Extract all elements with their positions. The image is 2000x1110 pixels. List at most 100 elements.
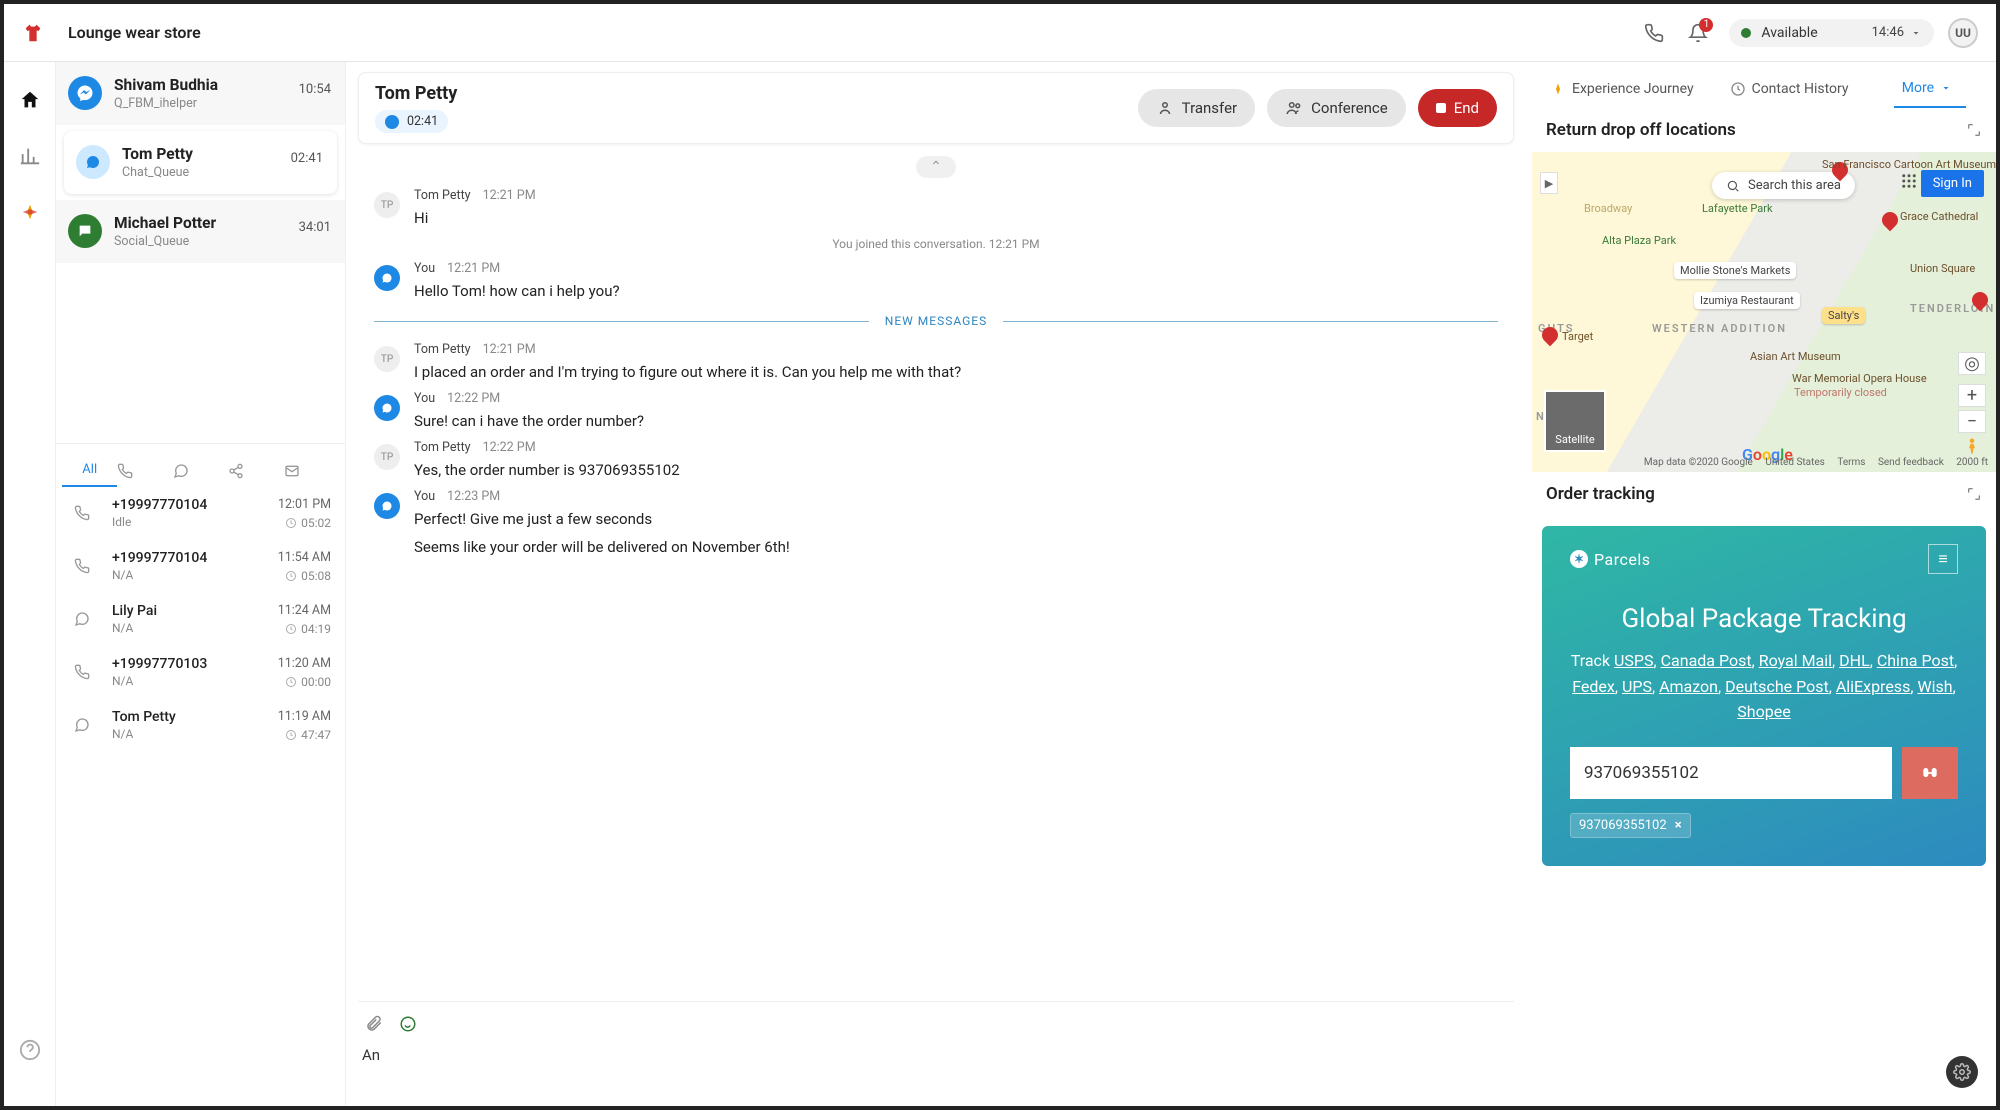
tracking-carrier-list: Track USPS, Canada Post, Royal Mail, DHL… <box>1570 648 1958 725</box>
carrier-link[interactable]: UPS <box>1622 677 1652 696</box>
parcels-logo-icon: ✶ <box>1570 550 1588 568</box>
notifications-icon[interactable]: 1 <box>1679 14 1717 52</box>
rail-home[interactable] <box>14 84 46 116</box>
history-state: N/A <box>112 621 278 635</box>
hist-tab-chat[interactable] <box>173 455 228 487</box>
history-item[interactable]: Tom PettyN/A 11:19 AM47:47 <box>56 699 345 752</box>
history-duration: 05:02 <box>278 516 331 530</box>
people-icon <box>1285 99 1303 117</box>
conversation-item[interactable]: Shivam Budhia Q_FBM_ihelper 10:54 <box>56 62 345 125</box>
map-widget[interactable]: ▶ Search this area Sign In GHTS WESTERN … <box>1532 152 1996 472</box>
message-text: Hi <box>414 209 536 227</box>
map-signin-button[interactable]: Sign In <box>1921 170 1984 197</box>
message-sender: Tom Petty <box>414 342 471 357</box>
carrier-link[interactable]: Shopee <box>1737 702 1790 721</box>
message-text: Sure! can i have the order number? <box>414 412 644 430</box>
clock-time: 14:46 <box>1872 25 1904 40</box>
conference-button[interactable]: Conference <box>1267 89 1406 127</box>
rail-app-icon[interactable] <box>14 196 46 228</box>
settings-gear-icon[interactable] <box>1946 1056 1978 1088</box>
conversation-item[interactable]: Tom Petty Chat_Queue 02:41 <box>64 131 337 194</box>
history-contact: +19997770104 <box>112 550 278 566</box>
hist-tab-phone[interactable] <box>117 455 172 487</box>
map-search-button[interactable]: Search this area <box>1712 172 1855 199</box>
new-messages-divider: NEW MESSAGES <box>374 314 1498 328</box>
tracking-number-chip[interactable]: 937069355102× <box>1570 813 1691 838</box>
chip-remove-icon[interactable]: × <box>1675 818 1682 833</box>
user-avatar[interactable]: UU <box>1948 18 1978 48</box>
history-time: 11:54 AM <box>278 550 331 565</box>
carrier-link[interactable]: AliExpress <box>1836 677 1911 696</box>
map-pegman-icon[interactable] <box>1958 432 1986 460</box>
rail-analytics[interactable] <box>14 140 46 172</box>
history-item[interactable]: Lily PaiN/A 11:24 AM04:19 <box>56 593 345 646</box>
conversation-item[interactable]: Michael Potter Social_Queue 34:01 <box>56 200 345 263</box>
hist-tab-all[interactable]: All <box>62 454 117 487</box>
message-row: TPTom Petty12:21 PMI placed an order and… <box>374 342 1498 381</box>
conv-queue: Q_FBM_ihelper <box>114 96 333 111</box>
carrier-link[interactable]: Royal Mail <box>1759 651 1832 670</box>
rail-help[interactable] <box>14 1034 46 1066</box>
scroll-up-pill[interactable]: ⌃ <box>916 156 956 178</box>
map-zoom-out[interactable]: − <box>1958 410 1986 433</box>
history-item[interactable]: +19997770104N/A 11:54 AM05:08 <box>56 540 345 593</box>
map-satellite-toggle[interactable]: Satellite <box>1544 390 1606 452</box>
hist-tab-social[interactable] <box>228 455 283 487</box>
hist-tab-email[interactable] <box>284 455 339 487</box>
section-title-tracking: Order tracking <box>1546 484 1655 504</box>
carrier-link[interactable]: China Post <box>1877 651 1954 670</box>
expand-icon[interactable] <box>1966 122 1982 138</box>
map-label: WESTERN ADDITION <box>1652 322 1787 335</box>
map-place: Alta Plaza Park <box>1602 234 1676 247</box>
history-state: N/A <box>112 674 278 688</box>
message-row: You12:22 PMSure! can i have the order nu… <box>374 391 1498 430</box>
map-label: Lafayette Park <box>1702 202 1773 215</box>
history-time: 12:01 PM <box>278 497 331 512</box>
chat-customer-name: Tom Petty <box>375 83 457 104</box>
availability-dropdown[interactable]: Available 14:46 <box>1729 19 1934 47</box>
map-locate-icon[interactable]: ◎ <box>1958 352 1986 375</box>
tab-more[interactable]: More <box>1894 70 1966 108</box>
carrier-link[interactable]: USPS <box>1614 651 1653 670</box>
map-panel-toggle[interactable]: ▶ <box>1540 172 1558 194</box>
message-text: Perfect! Give me just a few seconds <box>414 510 790 528</box>
history-time: 11:20 AM <box>278 656 331 671</box>
end-button[interactable]: End <box>1418 89 1497 127</box>
map-place: Asian Art Museum <box>1750 350 1841 363</box>
expand-icon[interactable] <box>1966 486 1982 502</box>
tracking-number-input[interactable]: 937069355102 <box>1570 747 1892 799</box>
dial-phone-icon[interactable] <box>1635 14 1673 52</box>
history-time: 11:24 AM <box>278 603 331 618</box>
status-label: Available <box>1761 25 1817 41</box>
track-search-button[interactable] <box>1902 747 1958 799</box>
history-item[interactable]: +19997770104Idle 12:01 PM05:02 <box>56 487 345 540</box>
map-zoom-in[interactable]: + <box>1958 384 1986 407</box>
message-time: 12:21 PM <box>483 188 536 203</box>
transfer-button[interactable]: Transfer <box>1138 89 1255 127</box>
carrier-link[interactable]: Fedex <box>1572 677 1615 696</box>
carrier-link[interactable]: Wish <box>1917 677 1952 696</box>
carrier-link[interactable]: DHL <box>1839 651 1870 670</box>
history-duration: 47:47 <box>278 728 331 742</box>
message-row: You12:23 PMPerfect! Give me just a few s… <box>374 489 1498 556</box>
map-place: Salty's <box>1822 307 1865 324</box>
message-text: Seems like your order will be delivered … <box>414 538 790 556</box>
carrier-link[interactable]: Amazon <box>1659 677 1718 696</box>
map-label: Union Square <box>1910 262 1975 275</box>
compose-input[interactable]: An <box>358 1036 1514 1092</box>
history-item[interactable]: +19997770103N/A 11:20 AM00:00 <box>56 646 345 699</box>
message-time: 12:21 PM <box>483 342 536 357</box>
tab-contact-history[interactable]: Contact History <box>1722 71 1857 107</box>
sms-icon <box>68 214 102 248</box>
history-contact: Lily Pai <box>112 603 278 619</box>
attach-icon[interactable] <box>362 1012 386 1036</box>
message-text: Hello Tom! how can i help you? <box>414 282 620 300</box>
conv-queue: Social_Queue <box>114 234 333 249</box>
tracking-menu-button[interactable]: ≡ <box>1928 544 1958 574</box>
chevron-down-icon <box>1910 27 1922 39</box>
carrier-link[interactable]: Deutsche Post <box>1725 677 1829 696</box>
whatsapp-icon[interactable] <box>396 1012 420 1036</box>
tab-experience-journey[interactable]: Experience Journey <box>1542 71 1702 107</box>
map-apps-icon[interactable] <box>1900 172 1918 190</box>
carrier-link[interactable]: Canada Post <box>1661 651 1752 670</box>
